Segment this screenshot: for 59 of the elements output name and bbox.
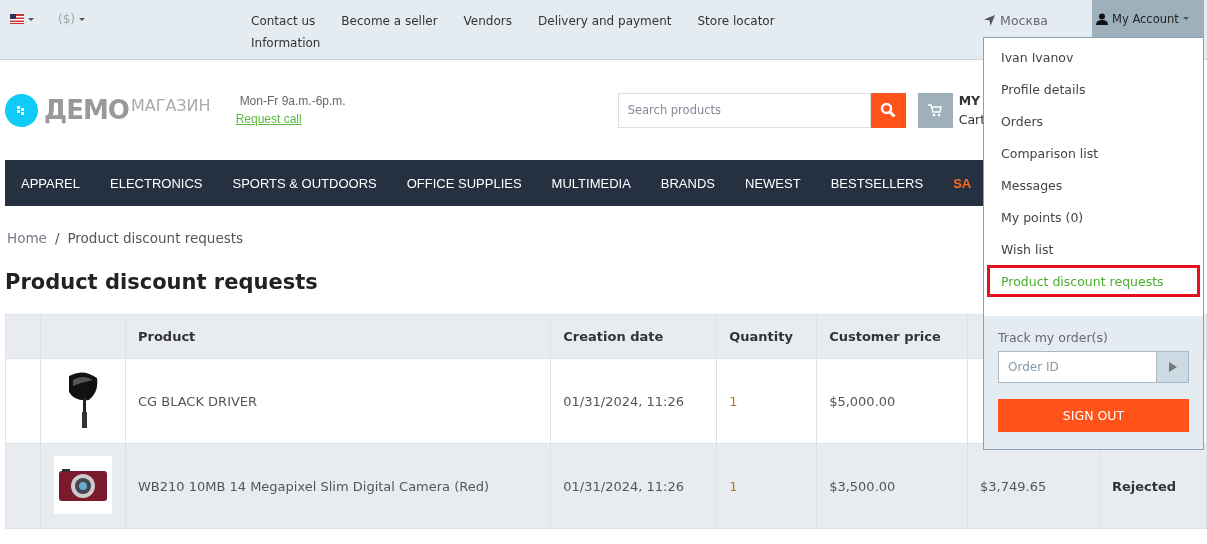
logo-subtext: МАГАЗИН bbox=[130, 95, 211, 115]
column-header: Customer price bbox=[816, 314, 968, 359]
cart-title[interactable]: MY bbox=[958, 93, 986, 108]
top-link[interactable]: Vendors bbox=[463, 12, 512, 30]
account-menu-item[interactable]: Messages bbox=[987, 169, 1200, 201]
column-header: Quantity bbox=[716, 314, 817, 359]
location-link[interactable]: Москва bbox=[984, 0, 1048, 40]
user-icon bbox=[1096, 12, 1108, 25]
logo-icon[interactable] bbox=[5, 93, 38, 127]
search-icon bbox=[880, 102, 897, 118]
breadcrumb-link[interactable]: Home bbox=[7, 230, 47, 246]
caret-icon bbox=[1182, 17, 1189, 20]
account-menu-item[interactable]: My points (0) bbox=[987, 201, 1200, 233]
track-order-label: Track my order(s) bbox=[998, 330, 1109, 345]
order-id-field[interactable]: Order ID bbox=[998, 351, 1157, 383]
my-account-button[interactable]: My Account bbox=[1092, 0, 1204, 37]
search-field[interactable]: Search products bbox=[617, 92, 871, 128]
flag-icon[interactable] bbox=[10, 14, 24, 24]
account-menu-item[interactable]: Profile details bbox=[987, 73, 1200, 105]
account-menu-item[interactable]: Orders bbox=[987, 105, 1200, 137]
top-link[interactable]: Contact us bbox=[251, 12, 316, 30]
top-link[interactable]: Delivery and payment bbox=[538, 12, 672, 30]
category-link[interactable]: BESTSELLERS bbox=[830, 175, 924, 191]
cart-button[interactable] bbox=[917, 92, 953, 128]
product-name[interactable]: CG BLACK DRIVER bbox=[125, 358, 551, 444]
category-link[interactable]: ELECTRONICS bbox=[110, 175, 203, 191]
column-header: Creation date bbox=[550, 314, 717, 359]
table-cell: 01/31/2024, 11:26 bbox=[550, 358, 717, 444]
top-link[interactable]: Store locator bbox=[697, 12, 775, 30]
table-cell: 01/31/2024, 11:26 bbox=[550, 443, 717, 529]
table-cell: $5,000.00 bbox=[816, 358, 968, 444]
breadcrumb-current: Product discount requests bbox=[67, 230, 244, 246]
category-link[interactable]: BRANDS bbox=[660, 175, 715, 191]
product-name[interactable]: WB210 10MB 14 Megapixel Slim Digital Camera (Red) bbox=[125, 443, 551, 529]
category-link[interactable]: NEWEST bbox=[745, 175, 801, 191]
cart-icon bbox=[928, 103, 943, 117]
search-button[interactable] bbox=[870, 92, 906, 128]
table-cell: 1 bbox=[716, 358, 817, 444]
category-link[interactable]: SPORTS & OUTDOORS bbox=[232, 175, 377, 191]
breadcrumb-separator: / bbox=[54, 230, 60, 246]
play-icon bbox=[1168, 362, 1177, 372]
page-title: Product discount requests bbox=[5, 270, 318, 296]
working-hours: Mon-Fr 9a.m.-6p.m. bbox=[238, 94, 346, 108]
table-cell: $3,500.00 bbox=[816, 443, 968, 529]
top-link[interactable]: Information bbox=[251, 34, 321, 52]
account-menu-item[interactable]: Ivan Ivanov bbox=[987, 41, 1200, 73]
category-link[interactable]: MULTIMEDIA bbox=[551, 175, 631, 191]
table-cell: 1 bbox=[716, 443, 817, 529]
account-menu-item[interactable]: Comparison list bbox=[987, 137, 1200, 169]
submit-button[interactable] bbox=[1157, 351, 1189, 383]
column-header: Product bbox=[125, 314, 551, 359]
category-link[interactable]: APPAREL bbox=[21, 175, 80, 191]
caret-icon[interactable] bbox=[28, 17, 34, 21]
category-link[interactable]: OFFICE SUPPLIES bbox=[406, 175, 522, 191]
caret-icon[interactable] bbox=[79, 17, 85, 21]
location-arrow-icon bbox=[984, 14, 996, 26]
category-link[interactable]: SA bbox=[953, 175, 972, 191]
top-link[interactable]: Become a seller bbox=[341, 12, 438, 30]
account-menu-item[interactable]: Wish list bbox=[987, 233, 1200, 265]
